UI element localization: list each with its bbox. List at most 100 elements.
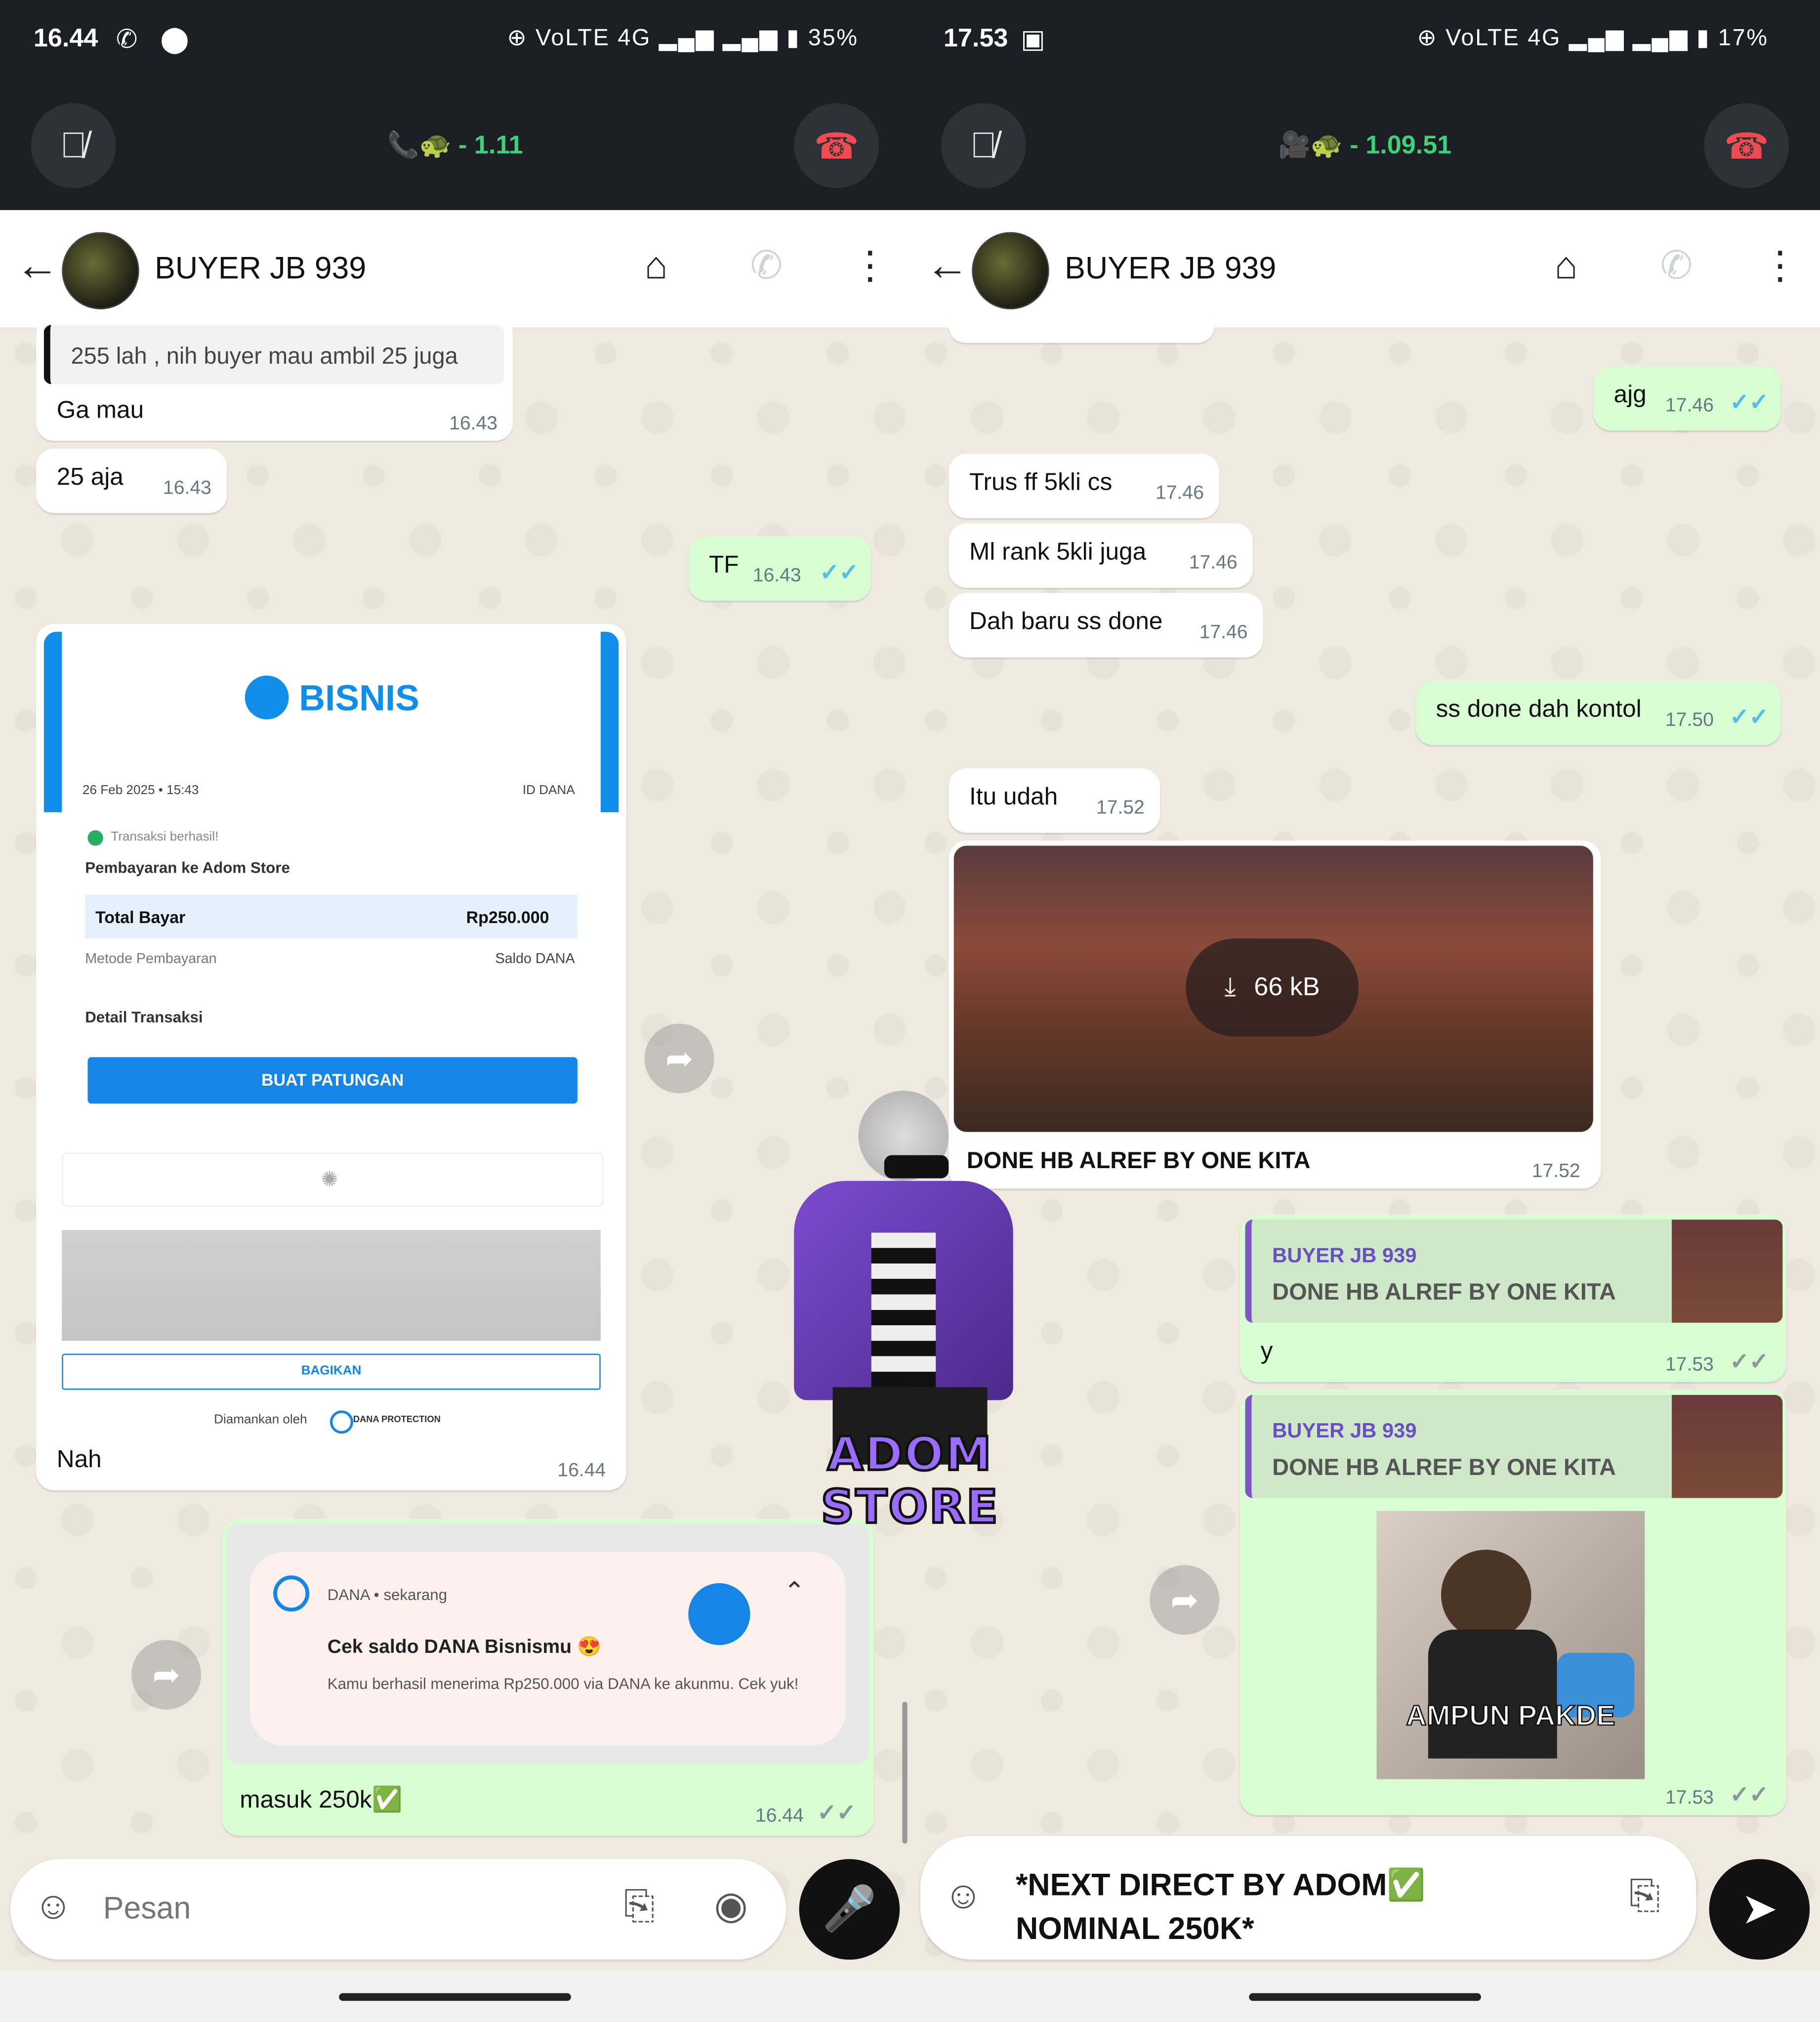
message-time: 17.46 (1155, 482, 1204, 505)
ongoing-call-bar[interactable]: 🎙̸ 📞🐢 - 1.11 ☎ (0, 82, 910, 211)
shield-icon (330, 1410, 353, 1434)
blurred-area (62, 1230, 601, 1341)
message-text: ajg (1613, 381, 1647, 409)
avatar[interactable] (972, 232, 1049, 310)
quoted-message[interactable]: BUYER JB 939 DONE HB ALREF BY ONE KITA (1245, 1395, 1783, 1498)
quoted-thumbnail (1671, 1220, 1783, 1323)
image-message-outgoing[interactable]: DANA • sekarang ⌃ Cek saldo DANA Bisnism… (221, 1518, 874, 1836)
meme-sticker[interactable]: AMPUN PAKDE (1376, 1511, 1645, 1779)
message-text: Ml rank 5kli juga (969, 539, 1147, 566)
end-call-icon[interactable]: ☎ (794, 103, 879, 188)
quoted-author: BUYER JB 939 (1272, 1245, 1417, 1267)
home-gesture-handle[interactable] (1249, 1993, 1481, 2001)
avatar[interactable] (62, 232, 139, 310)
home-gesture-handle[interactable] (339, 1993, 571, 2001)
receipt-id-label: ID DANA (522, 784, 575, 799)
blurred-image-preview[interactable]: ⤓ 66 kB (953, 845, 1593, 1132)
total-value: Rp250.000 (466, 907, 549, 927)
add-call-icon[interactable]: ✆ (750, 246, 783, 287)
notification-screenshot[interactable]: DANA • sekarang ⌃ Cek saldo DANA Bisnism… (227, 1523, 869, 1764)
reply-message-outgoing[interactable]: BUYER JB 939 DONE HB ALREF BY ONE KITA y… (1240, 1214, 1787, 1382)
contact-name[interactable]: BUYER JB 939 (1065, 252, 1276, 288)
message-bubble[interactable]: Itu udah 17.52 (949, 768, 1160, 833)
dana-logo-icon (245, 675, 289, 719)
status-bar: 16.44 ✆ ⬤ ⊕ VoLTE 4G ▂▄▆ ▂▄▆ ▮ 35% (0, 0, 910, 83)
reply-sticker-outgoing[interactable]: BUYER JB 939 DONE HB ALREF BY ONE KITA A… (1240, 1390, 1787, 1815)
message-time: 17.50 (1665, 709, 1714, 731)
dana-logo-icon (273, 1575, 310, 1612)
message-time: 17.52 (1096, 797, 1145, 819)
forward-icon[interactable]: ➦ (1150, 1565, 1220, 1635)
emoji-sticker-icon[interactable]: ☺ (34, 1885, 73, 1929)
message-bubble[interactable]: Trus ff 5kli cs 17.46 (949, 454, 1220, 518)
clock: 16.44 (33, 24, 98, 53)
more-options-icon[interactable]: ⋮ (1761, 246, 1799, 287)
camera-icon[interactable]: ◉ (714, 1885, 747, 1929)
create-patungan-button: BUAT PATUNGAN (87, 1057, 578, 1104)
quoted-message[interactable]: BUYER JB 939 DONE HB ALREF BY ONE KITA (1245, 1220, 1783, 1323)
message-input[interactable] (100, 1882, 596, 1937)
message-bubble[interactable]: Dah baru ss done 17.46 (949, 593, 1263, 658)
message-text: y (1260, 1338, 1273, 1365)
emoji-sticker-icon[interactable]: ☺ (944, 1875, 983, 1919)
method-label: Metode Pembayaran (85, 951, 217, 967)
call-timer: 📞🐢 - 1.11 (387, 131, 523, 160)
forward-icon[interactable]: ➦ (131, 1640, 202, 1710)
message-time: 16.44 (557, 1459, 606, 1481)
attach-icon[interactable]: ⎘ (624, 1885, 655, 1929)
ongoing-call-bar[interactable]: 🎙̸ 🎥🐢 - 1.09.51 ☎ (910, 82, 1820, 211)
message-text: Trus ff 5kli cs (969, 469, 1113, 497)
quoted-author: BUYER JB 939 (1272, 1421, 1417, 1443)
read-receipt-icon: ✓✓ (1730, 704, 1769, 730)
loading-row: ✺ (62, 1152, 604, 1207)
status-bar: 17.53 ▣ ⊕ VoLTE 4G ▂▄▆ ▂▄▆ ▮ 17% (910, 0, 1820, 83)
attach-icon[interactable]: ⎘ (1629, 1875, 1660, 1919)
notification-title: Cek saldo DANA Bisnismu 😍 (327, 1636, 601, 1658)
voice-message-mic-icon[interactable]: 🎤 (799, 1859, 900, 1960)
contact-name[interactable]: BUYER JB 939 (155, 252, 366, 288)
screenshot-root: 16.44 ✆ ⬤ ⊕ VoLTE 4G ▂▄▆ ▂▄▆ ▮ 35% 🎙̸ 📞🐢… (0, 0, 1820, 2022)
message-bubble-outgoing[interactable]: ajg 17.46 ✓✓ (1593, 366, 1781, 431)
total-label: Total Bayar (95, 907, 186, 927)
message-time: 16.43 (163, 477, 211, 499)
back-arrow-icon[interactable]: ← (15, 244, 59, 288)
message-text: Nah (56, 1446, 102, 1474)
receipt-image[interactable]: BISNIS 26 Feb 2025 • 15:43 ID DANA Trans… (43, 632, 619, 1434)
message-bubble-outgoing[interactable]: TF 16.43 ✓✓ (688, 536, 871, 601)
receipt-payee: Pembayaran ke Adom Store (85, 858, 290, 877)
quoted-message[interactable]: 255 lah , nih buyer mau ambil 25 juga (43, 325, 504, 384)
store-icon[interactable]: ⌂ (1555, 246, 1578, 287)
message-bubble-partial[interactable] (949, 309, 1214, 343)
image-message[interactable]: BISNIS 26 Feb 2025 • 15:43 ID DANA Trans… (36, 624, 627, 1491)
message-bubble[interactable]: 255 lah , nih buyer mau ambil 25 juga Ga… (36, 317, 513, 441)
system-indicators: ⊕ VoLTE 4G ▂▄▆ ▂▄▆ ▮ 17% (1417, 24, 1769, 50)
store-icon[interactable]: ⌂ (645, 246, 668, 287)
more-options-icon[interactable]: ⋮ (851, 246, 889, 287)
scrollbar-thumb[interactable] (902, 1701, 908, 1844)
message-composer: ☺ ⎘ ◉ (10, 1859, 786, 1960)
forward-icon[interactable]: ➦ (644, 1023, 714, 1094)
message-time: 17.46 (1189, 551, 1238, 574)
delivered-receipt-icon: ✓✓ (817, 1800, 856, 1826)
add-call-icon[interactable]: ✆ (1660, 246, 1693, 287)
message-bubble[interactable]: 25 aja 16.43 (36, 448, 227, 513)
delivered-receipt-icon: ✓✓ (1730, 1781, 1769, 1808)
message-text: TF (708, 551, 739, 579)
read-receipt-icon: ✓✓ (820, 559, 859, 586)
message-time: 17.53 (1665, 1787, 1714, 1809)
notification-card: DANA • sekarang ⌃ Cek saldo DANA Bisnism… (250, 1552, 846, 1746)
back-arrow-icon[interactable]: ← (925, 244, 969, 288)
message-bubble-outgoing[interactable]: ss done dah kontol 17.50 ✓✓ (1415, 680, 1781, 746)
collapse-chevron-icon: ⌃ (784, 1578, 806, 1606)
message-input[interactable]: *NEXT DIRECT BY ADOM✅ NOMINAL 250K* (1016, 1864, 1425, 1952)
message-text: ss done dah kontol (1436, 696, 1642, 723)
quoted-caption: DONE HB ALREF BY ONE KITA (1272, 1454, 1616, 1480)
download-button[interactable]: ⤓ 66 kB (1186, 938, 1359, 1037)
end-call-icon[interactable]: ☎ (1704, 103, 1789, 188)
message-bubble[interactable]: Ml rank 5kli juga 17.46 (949, 523, 1253, 588)
send-icon[interactable]: ➤ (1709, 1859, 1810, 1960)
message-time: 17.46 (1665, 394, 1714, 417)
receipt-date: 26 Feb 2025 • 15:43 (82, 784, 199, 799)
message-text: Ga mau (56, 397, 144, 424)
total-row: Total Bayar Rp250.000 (85, 894, 578, 939)
